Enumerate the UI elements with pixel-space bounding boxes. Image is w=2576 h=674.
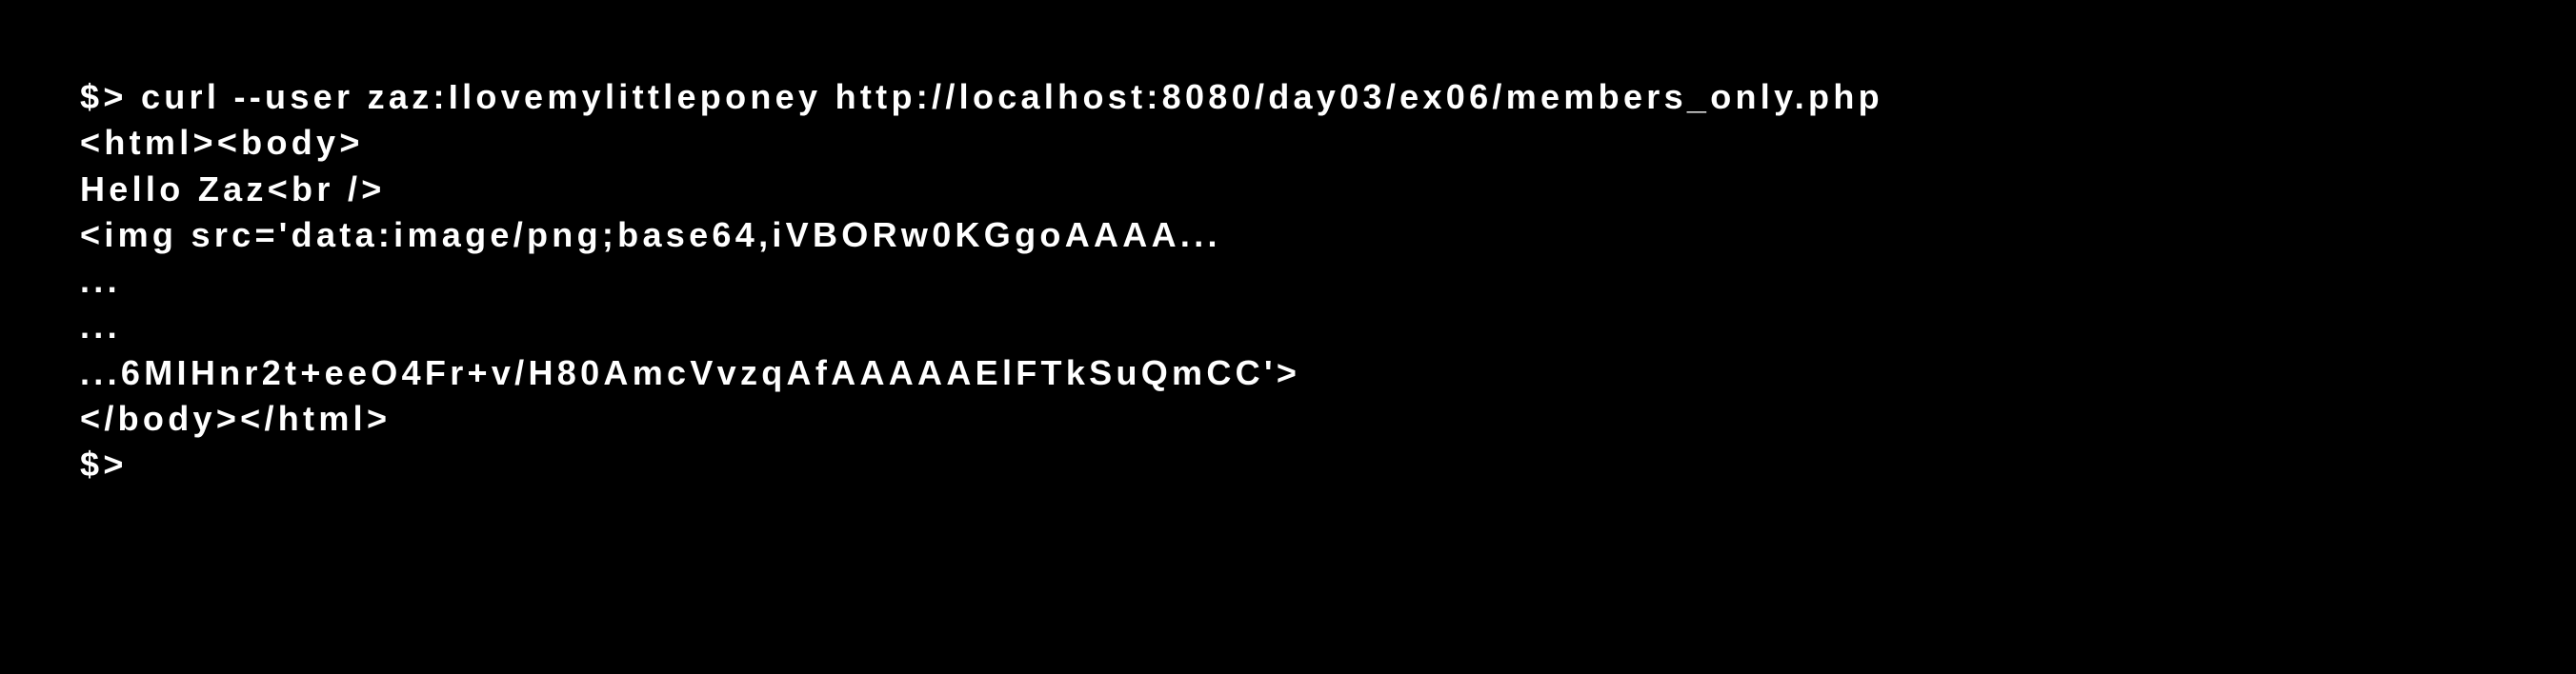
terminal-output-line: Hello Zaz<br /> — [80, 168, 386, 208]
terminal-output-line: ... — [80, 261, 121, 301]
terminal-output-line: ... — [80, 307, 121, 347]
terminal-output-line: <img src='data:image/png;base64,iVBORw0K… — [80, 214, 1221, 254]
terminal-command-line: $> curl --user zaz:Ilovemylittleponey ht… — [80, 77, 1883, 116]
terminal-output-line: <html><body> — [80, 123, 364, 163]
terminal-output: $> curl --user zaz:Ilovemylittleponey ht… — [80, 74, 1883, 488]
terminal-window[interactable]: $> curl --user zaz:Ilovemylittleponey ht… — [0, 0, 2576, 674]
terminal-output-line: ...6MIHnr2t+eeO4Fr+v/H80AmcVvzqAfAAAAAEl… — [80, 352, 1301, 392]
terminal-prompt-line[interactable]: $> — [80, 442, 1883, 487]
terminal-output-line: </body></html> — [80, 399, 392, 439]
